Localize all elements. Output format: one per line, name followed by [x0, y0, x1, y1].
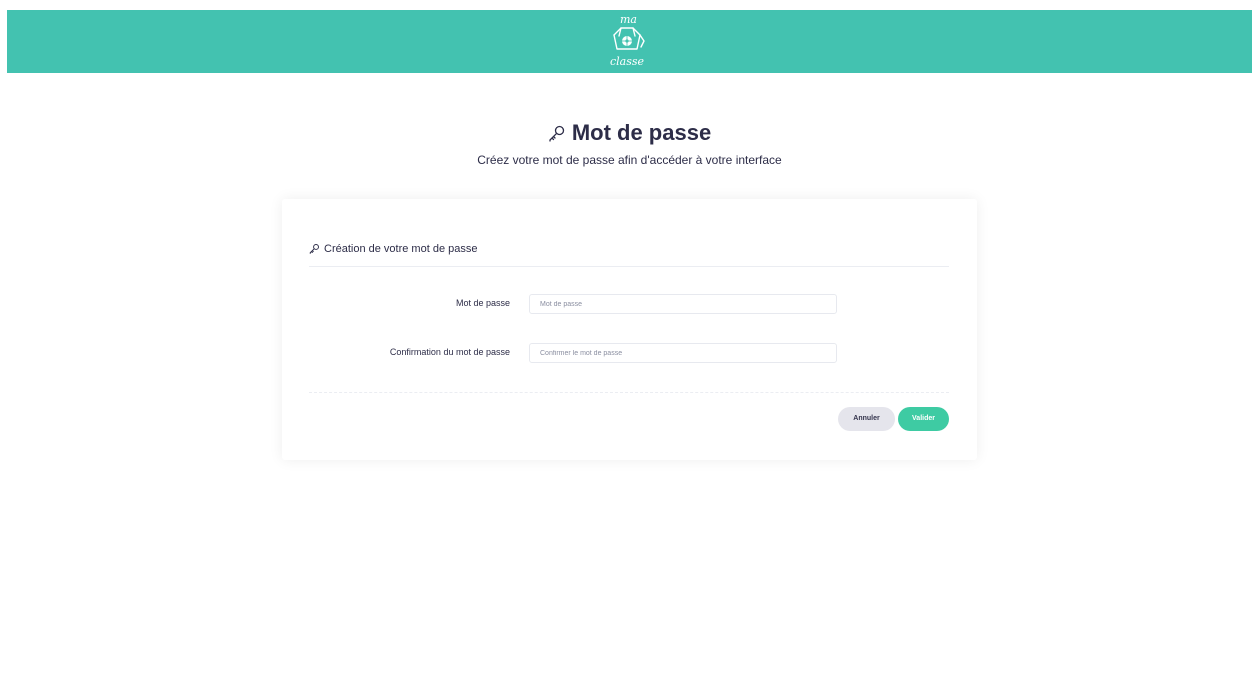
password-label: Mot de passe — [455, 298, 510, 308]
ma-classe-logo[interactable]: ma classe — [599, 14, 655, 70]
password-confirmation-input[interactable] — [529, 343, 837, 363]
password-form-card: Création de votre mot de passe Mot de pa… — [282, 199, 977, 460]
logo-text-classe: classe — [610, 55, 645, 68]
page-subtitle: Créez votre mot de passe afin d'accéder … — [477, 153, 782, 167]
key-icon — [309, 244, 319, 254]
page-title-text: Mot de passe — [571, 120, 712, 145]
page-title: Mot de passe — [7, 120, 1252, 146]
top-bar: ma classe — [7, 10, 1252, 73]
cancel-button[interactable]: Annuler — [838, 407, 895, 431]
submit-button[interactable]: Valider — [898, 407, 949, 431]
form-footer-divider — [309, 392, 949, 393]
section-title: Création de votre mot de passe — [324, 243, 478, 255]
password-input[interactable] — [529, 294, 837, 314]
app-frame: ma classe Mot de passe Créez votre mot d… — [7, 10, 1252, 699]
password-confirmation-label: Confirmation du mot de passe — [389, 347, 510, 357]
card-header: Création de votre mot de passe — [309, 242, 949, 267]
key-icon — [549, 125, 564, 142]
